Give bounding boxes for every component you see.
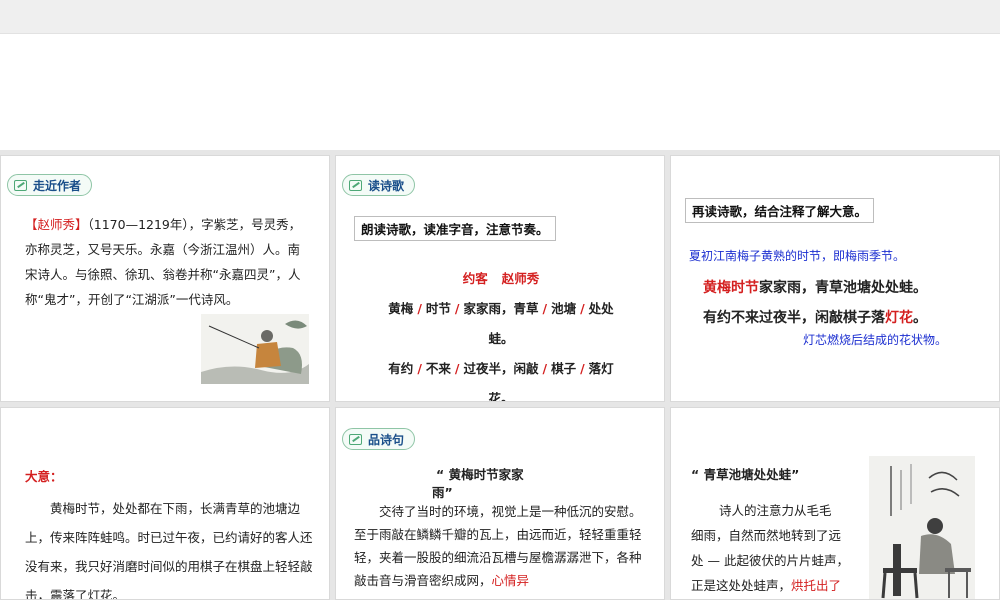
appreciation-line-4: 正是这处处蛙声，烘托出了 bbox=[691, 578, 842, 593]
section-tag: 读诗歌 bbox=[342, 174, 416, 196]
slide-thumbnail-4[interactable]: 大意： 黄梅时节，处处都在下雨，长满青草的池塘边上，传来阵阵蛙鸣。时已过午夜，已… bbox=[0, 407, 330, 600]
section-tag: 品诗句 bbox=[342, 428, 416, 450]
poem-line-1: 黄梅时节家家雨，青草池塘处处蛙。 bbox=[703, 280, 927, 296]
slide-thumbnail-2[interactable]: 读诗歌 朗读诗歌，读准字音，注意节奏。 约客 赵师秀 黄梅 / 时节 / 家家雨，青草 / 池… bbox=[335, 155, 665, 402]
poem-title: 约客 赵师秀 bbox=[462, 271, 540, 286]
reading-instruction: 朗读诗歌，读准字音，注意节奏。 bbox=[354, 216, 556, 241]
appreciation-line-2: 细雨，自然而然地转到了远 bbox=[691, 528, 842, 543]
quote-heading-line1: “ 黄梅时节家家 bbox=[436, 467, 524, 482]
author-bio: 【赵师秀】（1170—1219年），字紫芝，号灵秀，亦称灵芝，又号天乐。永嘉（今… bbox=[25, 217, 302, 307]
quote-heading: “ 青草池塘处处蛙” bbox=[691, 467, 800, 482]
meaning-heading: 大意： bbox=[25, 469, 63, 484]
poem-line-4: 花。 bbox=[488, 391, 514, 402]
poem-line-3: 有约 / 不来 / 过夜半，闲敲 / 棋子 / 落灯 bbox=[388, 361, 614, 376]
ink-painting bbox=[869, 456, 975, 599]
slide-preview-area bbox=[0, 34, 1000, 150]
appreciation-line-3: 处 — 此起彼伏的片片蛙声， bbox=[691, 553, 849, 568]
edit-icon bbox=[349, 433, 362, 445]
slide-thumbnail-5[interactable]: 品诗句 “ 黄梅时节家家 雨” 交待了当时的环境，视觉上是一种低沉的安慰。至于雨… bbox=[335, 407, 665, 600]
edit-icon bbox=[349, 179, 362, 191]
slide-thumbnail-1[interactable]: 走近作者 【赵师秀】（1170—1219年），字紫芝，号灵秀，亦称灵芝，又号天乐… bbox=[0, 155, 330, 402]
slide-thumbnail-3[interactable]: 再读诗歌，结合注释了解大意。 夏初江南梅子黄熟的时节，即梅雨季节。 黄梅时节家家… bbox=[670, 155, 1000, 402]
annotation-huangmei: 夏初江南梅子黄熟的时节，即梅雨季节。 bbox=[689, 249, 906, 263]
poem-line-2: 蛙。 bbox=[488, 331, 514, 346]
top-toolbar bbox=[0, 0, 1000, 34]
meaning-text: 黄梅时节，处处都在下雨，长满青草的池塘边上，传来阵阵蛙鸣。时已过午夜，已约请好的… bbox=[25, 501, 313, 600]
poem-line-1: 黄梅 / 时节 / 家家雨，青草 / 池塘 / 处处 bbox=[388, 301, 614, 316]
edit-icon bbox=[14, 179, 27, 191]
author-painting bbox=[201, 314, 309, 384]
section-tag: 走近作者 bbox=[7, 174, 93, 196]
appreciation-line-1: 诗人的注意力从毛毛 bbox=[719, 503, 832, 518]
slide-thumbnail-6[interactable]: “ 青草池塘处处蛙” 诗人的注意力从毛毛 细雨，自然而然地转到了远 处 — 此起… bbox=[670, 407, 1000, 600]
reading-instruction: 再读诗歌，结合注释了解大意。 bbox=[685, 198, 875, 223]
annotation-denghua: 灯芯燃烧后结成的花状物。 bbox=[803, 333, 948, 347]
appreciation-text: 交待了当时的环境，视觉上是一种低沉的安慰。至于雨敲在鳞鳞千瓣的瓦上，由远而近，轻… bbox=[354, 504, 642, 588]
